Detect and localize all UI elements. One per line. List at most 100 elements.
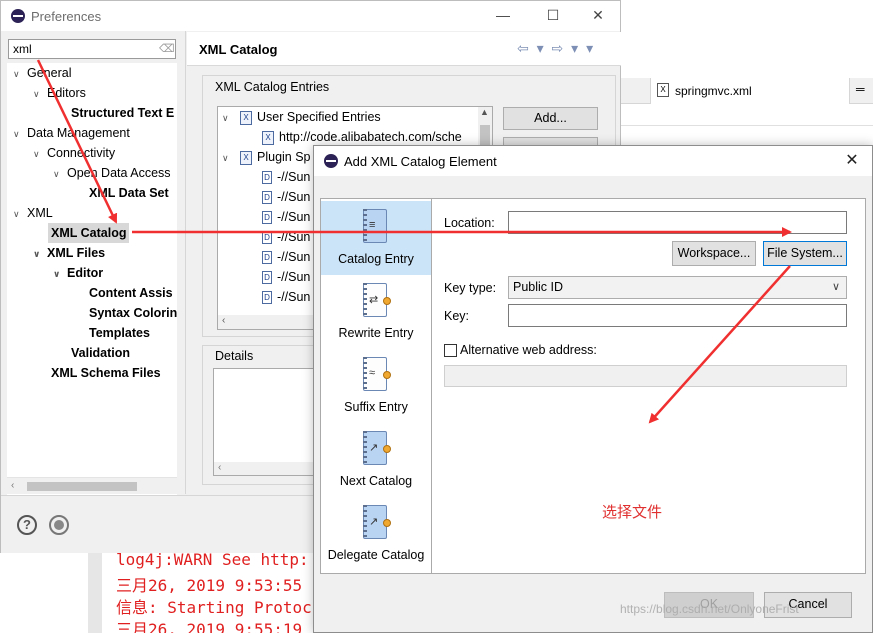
expand-chevron-icon[interactable]: ∨ bbox=[222, 108, 240, 128]
suffix-entry-icon: ≈ bbox=[359, 355, 391, 395]
editor-tab-label: springmvc.xml bbox=[675, 84, 752, 98]
tree-item-xml[interactable]: ∨ XML bbox=[13, 203, 53, 223]
expand-chevron-icon[interactable]: ∨ bbox=[33, 244, 47, 264]
preferences-title: Preferences bbox=[31, 9, 102, 24]
alternative-address-checkbox[interactable] bbox=[444, 344, 457, 357]
alternative-address-label: Alternative web address: bbox=[460, 343, 597, 357]
type-suffix-entry[interactable]: ≈ Suffix Entry bbox=[321, 349, 431, 423]
dtd-file-icon: D bbox=[262, 271, 272, 285]
chevron-down-icon[interactable]: ∨ bbox=[832, 280, 840, 293]
tree-item-content-assist[interactable]: Content Assis bbox=[89, 283, 173, 303]
keytype-value: Public ID bbox=[513, 280, 564, 294]
expand-chevron-icon[interactable]: ∨ bbox=[222, 148, 240, 168]
dtd-file-icon: D bbox=[262, 191, 272, 205]
scroll-up-icon[interactable]: ▲ bbox=[480, 107, 489, 117]
eclipse-icon bbox=[324, 154, 338, 168]
keytype-label: Key type: bbox=[444, 281, 497, 295]
next-catalog-icon: ↗ bbox=[359, 429, 391, 469]
tree-item-templates[interactable]: Templates bbox=[89, 323, 150, 343]
tree-horizontal-scrollbar[interactable]: ‹ bbox=[7, 477, 177, 494]
entry-sun[interactable]: D -//Sun bbox=[262, 247, 310, 267]
console-line: 三月26, 2019 9:53:55 bbox=[116, 576, 303, 595]
expand-chevron-icon[interactable]: ∨ bbox=[53, 164, 67, 184]
scrollbar-thumb[interactable] bbox=[480, 125, 490, 145]
type-delegate-catalog[interactable]: ↗ Delegate Catalog bbox=[321, 497, 431, 571]
entry-plugin-specified[interactable]: ∨ X Plugin Sp bbox=[222, 147, 311, 167]
entry-sun[interactable]: D -//Sun bbox=[262, 167, 310, 187]
location-input[interactable] bbox=[508, 211, 847, 234]
element-type-list: ≡ Catalog Entry ⇄ Rewrite Entry ≈ Suffix… bbox=[320, 198, 432, 574]
entry-alibaba-uri[interactable]: Xhttp://code.alibabatech.com/sche bbox=[262, 127, 462, 147]
page-header: XML Catalog ⇦ ▾ ⇨ ▾ ▾ bbox=[187, 32, 621, 66]
tree-item-xml-catalog[interactable]: XML Catalog bbox=[48, 223, 130, 243]
tree-item-structured-text[interactable]: Structured Text E bbox=[71, 103, 174, 123]
editor-tab-springmvc[interactable]: X springmvc.xml bbox=[650, 78, 850, 104]
tree-item-editor[interactable]: ∨ Editor bbox=[53, 263, 103, 283]
delegate-catalog-icon: ↗ bbox=[359, 503, 391, 543]
close-icon[interactable]: ✕ bbox=[586, 5, 610, 25]
annotation-text: 选择文件 bbox=[602, 504, 663, 521]
dtd-file-icon: D bbox=[262, 251, 272, 265]
tree-item-open-data-access[interactable]: ∨ Open Data Access bbox=[53, 163, 171, 183]
filter-value: xml bbox=[13, 42, 32, 56]
help-icon[interactable]: ? bbox=[17, 515, 37, 535]
keytype-select[interactable]: Public ID ∨ bbox=[508, 276, 847, 299]
expand-chevron-icon[interactable]: ∨ bbox=[33, 144, 47, 164]
tree-item-general[interactable]: ∨ General bbox=[13, 63, 71, 83]
filter-input[interactable]: xml ⌫ bbox=[8, 39, 176, 59]
type-rewrite-entry[interactable]: ⇄ Rewrite Entry bbox=[321, 275, 431, 349]
workspace-button[interactable]: Workspace... bbox=[672, 241, 756, 266]
tree-item-validation[interactable]: Validation bbox=[71, 343, 130, 363]
expand-chevron-icon[interactable]: ∨ bbox=[33, 84, 47, 104]
clear-filter-icon[interactable]: ⌫ bbox=[159, 42, 175, 55]
tree-item-data-management[interactable]: ∨ Data Management bbox=[13, 123, 130, 143]
record-icon[interactable] bbox=[49, 515, 69, 535]
entry-sun[interactable]: D -//Sun bbox=[262, 267, 310, 287]
entries-group-label: XML Catalog Entries bbox=[212, 80, 333, 94]
tree-item-xml-schema-files[interactable]: XML Schema Files bbox=[51, 363, 161, 383]
scroll-left-icon[interactable]: ‹ bbox=[11, 480, 14, 491]
navigation-arrows-icon[interactable]: ⇦ ▾ ⇨ ▾ ▾ bbox=[517, 40, 595, 57]
minimize-icon[interactable]: ═ bbox=[856, 82, 865, 96]
editor-tab-bar: X springmvc.xml ═ bbox=[620, 78, 873, 104]
maximize-icon[interactable]: ☐ bbox=[541, 5, 565, 25]
minimize-icon[interactable]: — bbox=[491, 5, 515, 25]
xml-catalog-icon: X bbox=[240, 110, 252, 125]
eclipse-icon bbox=[11, 9, 25, 23]
expand-chevron-icon[interactable]: ∨ bbox=[13, 204, 27, 224]
tree-item-syntax-coloring[interactable]: Syntax Colorin bbox=[89, 303, 177, 323]
catalog-entry-icon: ≡ bbox=[359, 207, 391, 247]
console-line: 信息: Starting Protoc bbox=[116, 598, 312, 617]
dtd-file-icon: D bbox=[262, 231, 272, 245]
expand-chevron-icon[interactable]: ∨ bbox=[53, 264, 67, 284]
add-catalog-element-dialog: Add XML Catalog Element ✕ ≡ Catalog Entr… bbox=[313, 145, 873, 633]
type-catalog-entry[interactable]: ≡ Catalog Entry bbox=[321, 201, 431, 275]
add-button[interactable]: Add... bbox=[503, 107, 598, 130]
preferences-tree: ∨ General ∨ Editors Structured Text E ∨ Dat… bbox=[7, 63, 177, 495]
entry-sun[interactable]: D -//Sun bbox=[262, 187, 310, 207]
close-icon[interactable]: ✕ bbox=[840, 150, 864, 172]
key-input[interactable] bbox=[508, 304, 847, 327]
tree-item-xml-files[interactable]: ∨ XML Files bbox=[33, 243, 105, 263]
pane-divider[interactable] bbox=[185, 31, 186, 494]
xml-catalog-icon: X bbox=[240, 150, 252, 165]
expand-chevron-icon[interactable]: ∨ bbox=[13, 124, 27, 144]
tree-item-xml-data-set[interactable]: XML Data Set bbox=[89, 183, 169, 203]
details-group-label: Details bbox=[212, 349, 257, 363]
type-next-catalog[interactable]: ↗ Next Catalog bbox=[321, 423, 431, 497]
scroll-left-icon[interactable]: ‹ bbox=[222, 315, 225, 326]
scroll-left-icon[interactable]: ‹ bbox=[218, 462, 221, 473]
dtd-file-icon: D bbox=[262, 291, 272, 305]
dialog-title: Add XML Catalog Element bbox=[344, 154, 497, 169]
entry-sun[interactable]: D -//Sun bbox=[262, 207, 310, 227]
tree-item-connectivity[interactable]: ∨ Connectivity bbox=[33, 143, 115, 163]
tree-item-editors[interactable]: ∨ Editors bbox=[33, 83, 86, 103]
entry-sun[interactable]: D -//Sun bbox=[262, 287, 310, 307]
expand-chevron-icon[interactable]: ∨ bbox=[13, 64, 27, 84]
entry-sun[interactable]: D -//Sun bbox=[262, 227, 310, 247]
scrollbar-thumb[interactable] bbox=[27, 482, 137, 491]
file-system-button[interactable]: File System... bbox=[763, 241, 847, 266]
xml-file-icon: X bbox=[262, 130, 274, 145]
rewrite-entry-icon: ⇄ bbox=[359, 281, 391, 321]
entry-user-specified[interactable]: ∨ X User Specified Entries bbox=[222, 107, 381, 127]
